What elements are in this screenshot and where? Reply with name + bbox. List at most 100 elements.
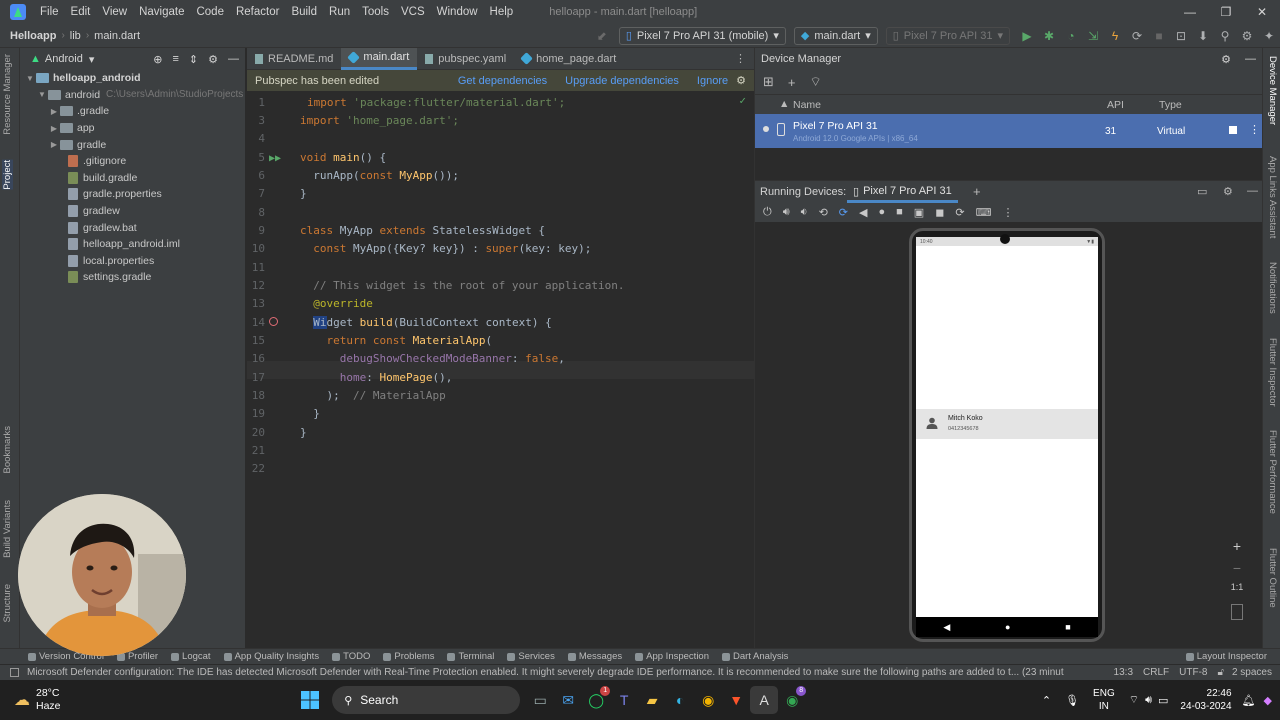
chevron-down-icon[interactable]: ▾ (89, 53, 95, 66)
breadcrumb-folder[interactable]: lib (67, 30, 84, 42)
menu-vcs[interactable]: VCS (395, 6, 431, 18)
tree-root[interactable]: ▼ helloapp_android (24, 70, 245, 87)
tool-todo[interactable]: TODO (332, 651, 370, 662)
lock-icon[interactable]: 🔓︎ (1217, 667, 1223, 678)
indent-setting[interactable]: 2 spaces (1232, 667, 1272, 678)
hide-icon[interactable]: — (1247, 185, 1258, 197)
home-icon[interactable]: ● (878, 206, 885, 218)
tab-main-dart[interactable]: main.dart (341, 47, 418, 70)
chevron-down-icon[interactable]: ▼ (36, 90, 48, 99)
notifications-tab[interactable]: Notifications (1267, 262, 1278, 314)
snapshot-icon[interactable]: ⟳ (955, 206, 964, 219)
col-api[interactable]: API (1107, 99, 1124, 111)
tree-file[interactable]: helloapp_android.iml (24, 236, 245, 253)
zoom-actual-button[interactable]: 1:1 (1227, 582, 1247, 604)
gear-icon[interactable]: ⚙ (1221, 53, 1231, 66)
sdk-manager-icon[interactable]: ⬇ (1192, 29, 1214, 43)
minimize-icon[interactable]: — (1172, 5, 1208, 19)
device-list-icon[interactable]: ⊞ (763, 74, 774, 90)
copilot-icon[interactable]: ◆ (1264, 694, 1272, 707)
expand-all-icon[interactable]: ≡ (172, 53, 178, 65)
folder-icon[interactable]: ▰ (638, 686, 666, 714)
screenshot-icon[interactable]: ▣ (914, 206, 924, 219)
clock[interactable]: 22:46 24-03-2024 (1180, 687, 1231, 713)
upgrade-dependencies-link[interactable]: Upgrade dependencies (565, 75, 679, 87)
menu-refactor[interactable]: Refactor (230, 6, 285, 18)
menu-build[interactable]: Build (285, 6, 323, 18)
gear-icon[interactable]: ⚙ (208, 53, 218, 66)
ignore-link[interactable]: Ignore (697, 75, 728, 87)
breadcrumb-file[interactable]: main.dart (91, 30, 143, 42)
more-tabs-icon[interactable]: ⋮ (735, 52, 746, 65)
tool-app-quality[interactable]: App Quality Insights (223, 651, 319, 662)
tree-item[interactable]: ▶ app (24, 120, 245, 137)
sort-icon[interactable]: ▲ (779, 98, 789, 110)
tool-terminal[interactable]: Terminal (447, 651, 494, 662)
more-icon[interactable]: ⋮ (1249, 123, 1260, 136)
file-explorer-icon[interactable]: ▭ (526, 686, 554, 714)
project-view-mode[interactable]: Android (45, 53, 83, 65)
menu-help[interactable]: Help (484, 6, 520, 18)
back-icon[interactable]: ◀ (859, 206, 867, 219)
tree-file[interactable]: settings.gradle (24, 269, 245, 286)
stop-device-icon[interactable] (1229, 126, 1237, 134)
app-links-tab[interactable]: App Links Assistant (1267, 156, 1278, 238)
breadcrumb-project[interactable]: Helloapp (0, 30, 59, 42)
chrome-icon[interactable]: ◉ (694, 686, 722, 714)
android-studio-taskbar-icon[interactable]: A (750, 686, 779, 714)
line-separator[interactable]: CRLF (1143, 667, 1169, 678)
rotate-right-icon[interactable]: ⟳ (839, 206, 848, 219)
add-device-icon[interactable]: + (788, 75, 796, 90)
wifi-icon[interactable]: ⌔ (1129, 693, 1139, 707)
zoom-out-button[interactable]: − (1227, 560, 1247, 582)
hot-reload-icon[interactable]: ϟ (1104, 29, 1126, 43)
tree-file[interactable]: .gitignore (24, 153, 245, 170)
tool-messages[interactable]: Messages (567, 651, 622, 662)
build-variants-tab[interactable]: Build Variants (2, 500, 13, 558)
restore-icon[interactable]: ❐ (1208, 5, 1244, 19)
sync-icon[interactable]: ⟳ (1126, 29, 1148, 43)
avd-select[interactable]: ▯ Pixel 7 Pro API 31 ▾ (885, 26, 1010, 45)
hide-icon[interactable]: — (228, 53, 239, 65)
tab-home-page[interactable]: home_page.dart (514, 48, 624, 70)
tool-problems[interactable]: Problems (383, 651, 434, 662)
tool-layout-inspector[interactable]: Layout Inspector (1185, 651, 1267, 662)
stop-icon[interactable]: ■ (1148, 29, 1170, 43)
resource-manager-tab[interactable]: Resource Manager (2, 54, 13, 135)
menu-run[interactable]: Run (323, 6, 356, 18)
gear-icon[interactable]: ⚙ (736, 74, 746, 87)
menu-edit[interactable]: Edit (65, 6, 97, 18)
power-icon[interactable]: ⏻ (763, 206, 772, 219)
project-tab[interactable]: Project (2, 160, 13, 190)
gear-icon[interactable]: ⚙ (1236, 29, 1258, 43)
attach-debugger-icon[interactable]: ⇲ (1082, 29, 1104, 43)
teams-icon[interactable]: T (610, 686, 638, 714)
tool-services[interactable]: Services (507, 651, 555, 662)
device-row[interactable]: Pixel 7 Pro API 31 Android 12.0 Google A… (755, 114, 1262, 148)
contact-list-tile[interactable]: Mitch Koko 0412345678 (916, 409, 1098, 439)
weather-widget[interactable]: ☁ 28°C Haze (14, 687, 61, 713)
menu-window[interactable]: Window (431, 6, 484, 18)
flutter-inspector-tab[interactable]: Flutter Inspector (1267, 338, 1278, 407)
tree-file[interactable]: gradlew (24, 203, 245, 220)
chevron-right-icon[interactable]: ▶ (48, 124, 60, 133)
extended-controls-icon[interactable]: ⌨ (976, 206, 992, 219)
notification-bell-icon[interactable]: 🔔︎ (1242, 694, 1256, 707)
tree-item[interactable]: ▶ gradle (24, 136, 245, 153)
microphone-icon[interactable]: 🎙︎ (1065, 694, 1079, 707)
battery-icon[interactable]: ▭ (1158, 694, 1168, 707)
volume-up-icon[interactable]: 🔊︎ (783, 206, 790, 219)
rotate-left-icon[interactable]: ⟲ (819, 206, 828, 219)
phone-screen[interactable]: 10:40 ▼▮ Mitch Koko 0412345678 (916, 237, 1098, 617)
maximize-icon[interactable]: ▭ (1197, 185, 1207, 198)
tab-readme[interactable]: README.md (247, 48, 341, 70)
whatsapp-icon[interactable]: ◯ 1 (582, 686, 611, 714)
device-manager-strip-tab[interactable]: Device Manager (1267, 56, 1278, 125)
gear-icon[interactable]: ⚙ (1223, 185, 1233, 198)
tree-file[interactable]: gradle.properties (24, 186, 245, 203)
tree-file[interactable]: build.gradle (24, 170, 245, 187)
menu-tools[interactable]: Tools (356, 6, 395, 18)
collapse-all-icon[interactable]: ⇕ (189, 53, 198, 66)
device-manager-icon[interactable]: ⊡ (1170, 29, 1192, 43)
tool-app-inspection[interactable]: App Inspection (635, 651, 709, 662)
